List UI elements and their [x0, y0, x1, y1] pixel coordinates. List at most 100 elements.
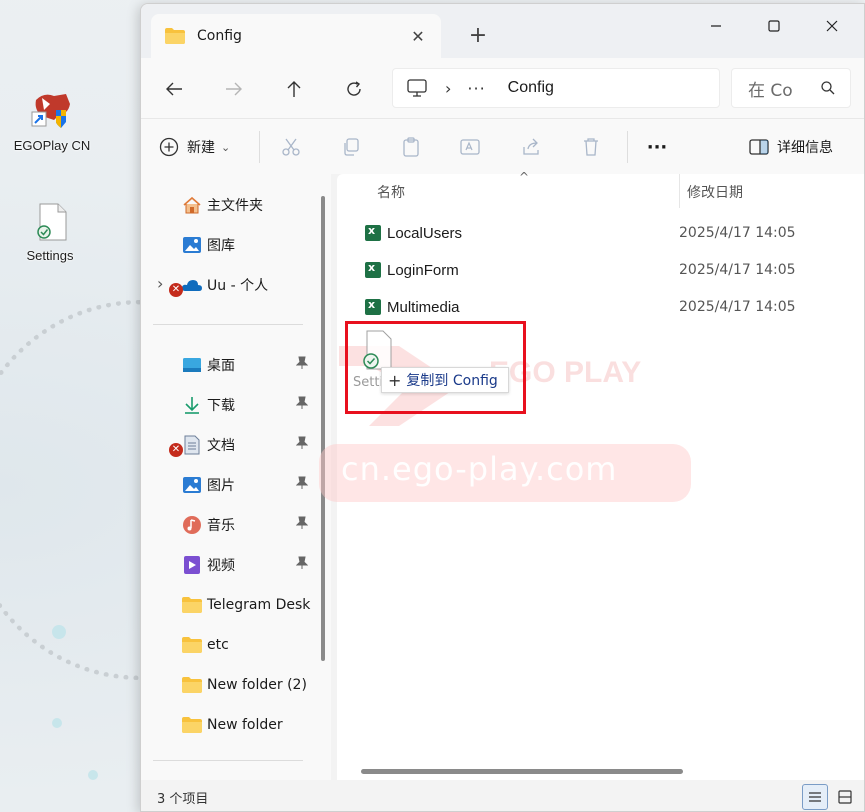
new-tab-button[interactable]: +	[463, 22, 493, 50]
desktop-icon-label: EGOPlay CN	[13, 138, 91, 153]
delete-button[interactable]	[575, 131, 607, 163]
toolbar-divider	[259, 131, 260, 163]
command-bar: 新建 ⌄ ··· 详细信息	[141, 118, 864, 174]
table-row[interactable]: LoginForm 2025/4/17 14:05	[365, 255, 864, 285]
horizontal-scrollbar[interactable]	[361, 769, 683, 774]
sidebar-item-desktop[interactable]: 桌面	[181, 351, 235, 379]
watermark-url-text: cn.ego-play.com	[341, 450, 618, 488]
pin-icon[interactable]	[296, 396, 308, 410]
new-button[interactable]: 新建 ⌄	[159, 131, 245, 163]
file-name: LoginForm	[387, 261, 459, 279]
list-view-icon	[809, 792, 821, 802]
maximize-button[interactable]	[751, 10, 797, 42]
sidebar-scrollbar[interactable]	[321, 196, 325, 661]
share-button[interactable]	[515, 131, 547, 163]
up-button[interactable]	[277, 72, 311, 106]
search-input[interactable]: 在 Co	[731, 68, 851, 108]
sidebar-item-label: 图片	[207, 478, 235, 494]
copy-icon	[344, 138, 359, 156]
breadcrumb-overflow-button[interactable]: ···	[467, 79, 485, 98]
address-bar[interactable]: › ··· Config	[392, 68, 720, 108]
more-options-button[interactable]: ···	[641, 131, 673, 163]
share-icon	[523, 138, 539, 155]
status-bar: 3 个项目	[141, 780, 864, 811]
annotation-highlight-box	[345, 321, 526, 414]
sidebar-item-label: 主文件夹	[207, 198, 263, 214]
clipboard-icon	[403, 137, 419, 157]
desktop-icon-settings[interactable]: Settings	[0, 200, 100, 263]
pin-icon[interactable]	[296, 476, 308, 490]
copy-button[interactable]	[335, 131, 367, 163]
sidebar-item-label: 下载	[207, 398, 235, 414]
sidebar-item-downloads[interactable]: 下载	[181, 391, 235, 419]
column-divider[interactable]	[679, 174, 680, 208]
settings-file-icon	[28, 200, 72, 244]
tab-config[interactable]: Config ✕	[151, 14, 441, 58]
pin-icon[interactable]	[296, 556, 308, 570]
folder-icon	[165, 28, 185, 44]
desktop-icon-egoplay[interactable]: EGOPlay CN	[2, 90, 102, 153]
close-window-button[interactable]	[809, 10, 855, 42]
minimize-button[interactable]	[693, 10, 739, 42]
sidebar-item-gallery[interactable]: 图库	[181, 231, 235, 259]
sidebar-item-new-folder[interactable]: New folder	[181, 711, 283, 739]
pictures-icon	[181, 474, 203, 496]
forward-button[interactable]	[217, 72, 251, 106]
desktop-icon	[181, 354, 203, 376]
table-row[interactable]: Multimedia 2025/4/17 14:05	[365, 292, 864, 322]
file-modified: 2025/4/17 14:05	[679, 299, 796, 315]
folder-icon	[181, 634, 203, 656]
column-header-name[interactable]: 名称	[377, 182, 405, 202]
details-view-button[interactable]	[802, 784, 828, 810]
breadcrumb-config[interactable]: Config	[508, 79, 554, 97]
scissors-icon	[282, 138, 300, 156]
minimize-icon	[711, 25, 721, 27]
pin-icon[interactable]	[296, 516, 308, 530]
wallpaper-glow	[88, 770, 98, 780]
sidebar-item-videos[interactable]: 视频	[181, 551, 235, 579]
refresh-button[interactable]	[337, 72, 371, 106]
excel-icon	[365, 261, 381, 278]
sidebar-item-pictures[interactable]: 图片	[181, 471, 235, 499]
download-icon	[181, 394, 203, 416]
navigation-pane: 主文件夹 图库 › Uu - 个人 ✕ 桌面 下载 文档 ✕ 图片 音乐 视频 …	[141, 174, 331, 780]
file-modified: 2025/4/17 14:05	[679, 225, 796, 241]
sidebar-item-label: 文档	[207, 438, 235, 454]
folder-icon	[181, 714, 203, 736]
sync-error-icon: ✕	[169, 443, 183, 457]
sidebar-item-music[interactable]: 音乐	[181, 511, 235, 539]
sidebar-item-home[interactable]: 主文件夹	[181, 191, 263, 219]
folder-icon	[181, 674, 203, 696]
details-pane-button[interactable]: 详细信息	[741, 131, 841, 163]
table-row[interactable]: LocalUsers 2025/4/17 14:05	[365, 218, 864, 248]
arrow-left-icon	[166, 82, 182, 96]
breadcrumb-separator[interactable]: ›	[445, 79, 451, 98]
tab-close-button[interactable]: ✕	[403, 27, 433, 46]
sidebar-item-label: 视频	[207, 558, 235, 574]
pin-icon[interactable]	[296, 436, 308, 450]
onedrive-icon	[181, 274, 203, 296]
cut-button[interactable]	[275, 131, 307, 163]
sidebar-item-label: Uu - 个人	[207, 278, 269, 294]
watermark-url: cn.ego-play.com	[319, 444, 691, 502]
sidebar-item-documents[interactable]: 文档	[181, 431, 235, 459]
details-pane-icon	[749, 139, 769, 155]
sidebar-item-etc[interactable]: etc	[181, 631, 229, 659]
file-modified: 2025/4/17 14:05	[679, 262, 796, 278]
pin-icon[interactable]	[296, 356, 308, 370]
tiles-view-button[interactable]	[832, 784, 858, 810]
paste-button[interactable]	[395, 131, 427, 163]
maximize-icon	[768, 20, 780, 32]
expand-chevron-icon[interactable]: ›	[157, 274, 163, 293]
back-button[interactable]	[157, 72, 191, 106]
sidebar-item-label: New folder	[207, 717, 283, 733]
desktop-icon-label: Settings	[26, 248, 74, 263]
sidebar-item-label: etc	[207, 637, 229, 653]
sidebar-item-new-folder-2[interactable]: New folder (2)	[181, 671, 307, 699]
sidebar-item-label: 音乐	[207, 518, 235, 534]
sidebar-item-telegram[interactable]: Telegram Desk	[181, 591, 310, 619]
rename-button[interactable]	[455, 131, 487, 163]
folder-icon	[181, 594, 203, 616]
sidebar-item-onedrive[interactable]: Uu - 个人	[181, 271, 268, 299]
column-header-modified[interactable]: 修改日期	[687, 182, 743, 202]
